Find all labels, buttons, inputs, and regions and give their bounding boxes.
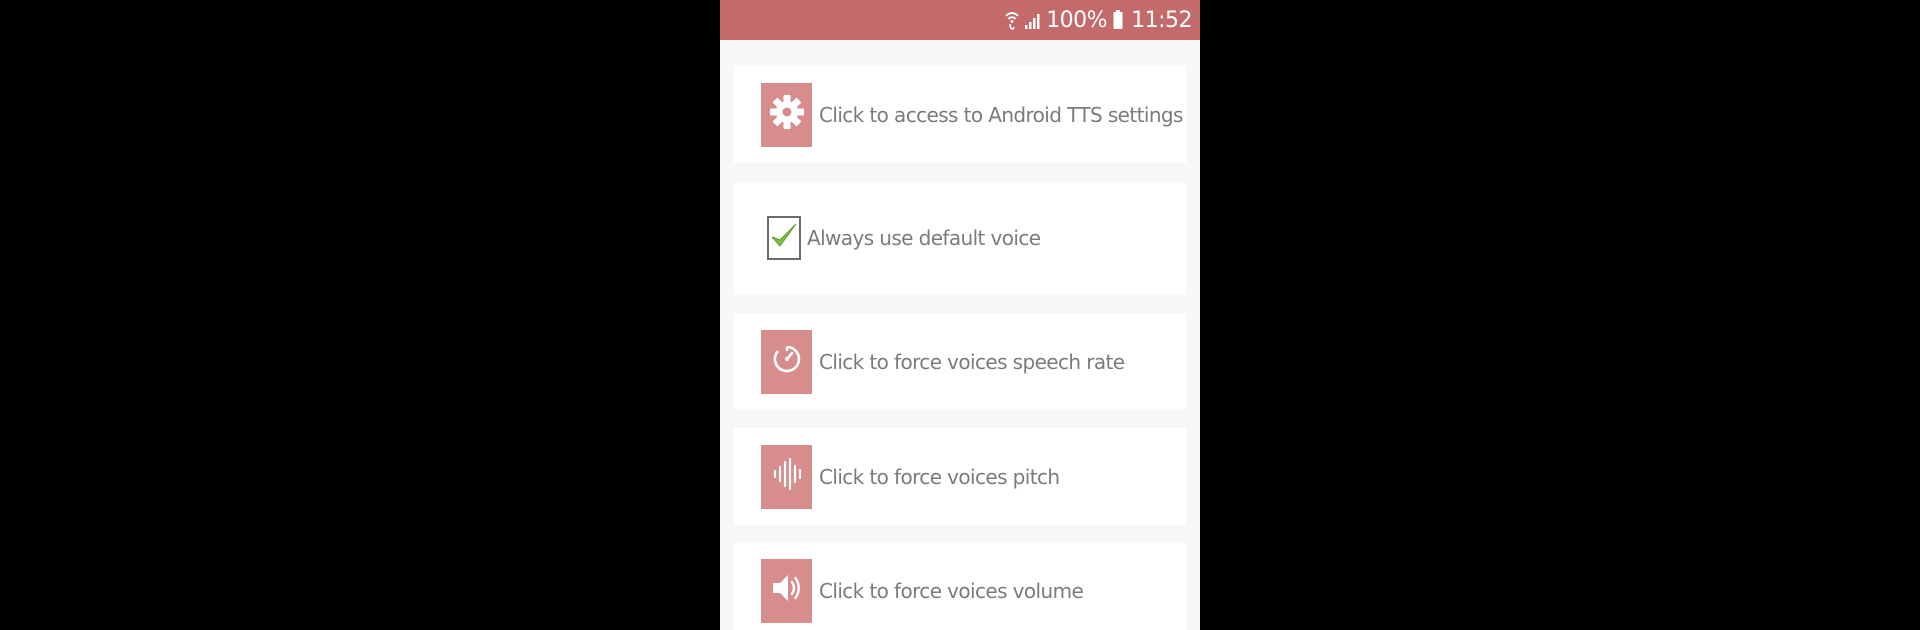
pitch-item[interactable]: Click to force voices pitch	[734, 428, 1186, 525]
speaker-icon	[770, 571, 804, 610]
volume-tile	[761, 558, 812, 623]
clock: 11:52	[1131, 7, 1192, 33]
speech-rate-item[interactable]: Click to force voices speech rate	[734, 313, 1186, 410]
pitch-label: Click to force voices pitch	[819, 464, 1060, 489]
default-voice-label: Always use default voice	[807, 226, 1041, 250]
battery-percentage: 100%	[1046, 7, 1108, 33]
speedometer-icon	[771, 343, 803, 380]
speech-rate-label: Click to force voices speech rate	[819, 349, 1125, 374]
tts-settings-tile	[761, 82, 812, 147]
battery-icon	[1113, 9, 1123, 31]
status-bar: 100% 11:52	[720, 0, 1200, 40]
default-voice-item[interactable]: Always use default voice	[734, 182, 1186, 294]
tts-settings-label: Click to access to Android TTS settings	[819, 102, 1183, 127]
volume-label: Click to force voices volume	[819, 578, 1084, 603]
speech-rate-tile	[761, 329, 812, 394]
waveform-icon	[772, 456, 802, 497]
default-voice-checkbox[interactable]	[767, 216, 801, 260]
wifi-calling-icon	[1004, 9, 1020, 31]
signal-icon	[1024, 10, 1042, 30]
pitch-tile	[761, 444, 812, 509]
phone-screen: 100% 11:52 Click to access to Android TT…	[720, 0, 1200, 630]
tts-settings-item[interactable]: Click to access to Android TTS settings	[734, 66, 1186, 163]
checkmark-icon	[769, 221, 799, 256]
volume-item[interactable]: Click to force voices volume	[734, 542, 1186, 630]
gear-icon	[768, 93, 806, 136]
